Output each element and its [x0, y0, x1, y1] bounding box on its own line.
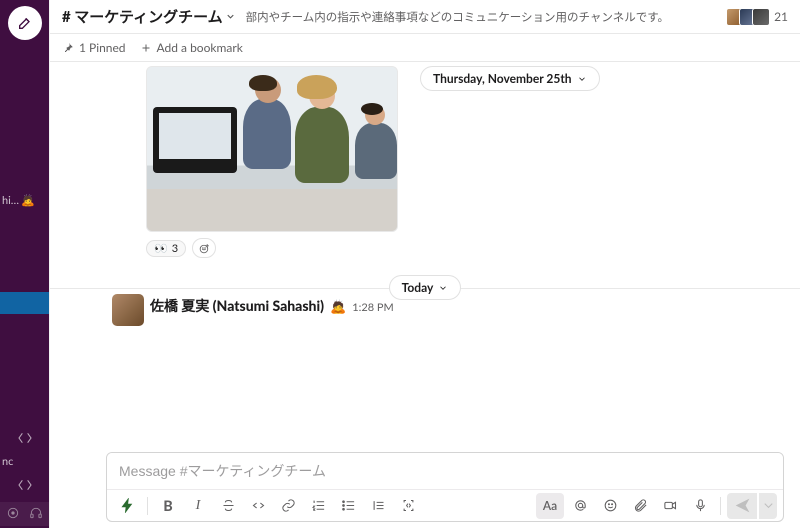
member-avatars	[726, 8, 770, 26]
date-label: Today	[402, 280, 434, 295]
link-button[interactable]	[274, 493, 302, 519]
rail-nc-label[interactable]: nc	[0, 455, 13, 468]
ordered-list-button[interactable]	[304, 493, 332, 519]
pinned-label: 1 Pinned	[79, 40, 126, 55]
add-bookmark-label: Add a bookmark	[157, 40, 243, 55]
strike-button[interactable]	[214, 493, 242, 519]
member-count: 21	[774, 9, 788, 24]
add-reaction-button[interactable]	[192, 238, 216, 258]
avatar	[752, 8, 770, 26]
message-image[interactable]	[146, 66, 398, 232]
channel-members-button[interactable]: 21	[726, 8, 788, 26]
rail-headphones-icon[interactable]	[29, 506, 43, 523]
bold-button[interactable]: B	[154, 493, 182, 519]
pinned-button[interactable]: 1 Pinned	[62, 40, 126, 55]
composer: B I Aa	[106, 452, 784, 522]
shortcuts-button[interactable]	[113, 493, 141, 519]
mic-button[interactable]	[686, 493, 714, 519]
rail-arrows-icon-2[interactable]	[16, 476, 34, 494]
composer-area: B I Aa	[50, 452, 800, 528]
code-button[interactable]	[244, 493, 272, 519]
channel-name: マーケティングチーム	[74, 8, 222, 26]
author-status-emoji: 🙇	[330, 298, 346, 315]
format-toggle-button[interactable]: Aa	[536, 493, 564, 519]
channel-header: # マーケティングチーム 部内やチーム内の指示や連絡事項などのコミュニケーション…	[50, 0, 800, 34]
rail-channel-emoji: 🙇	[21, 194, 35, 207]
chevron-down-icon	[225, 9, 236, 25]
reaction-count: 3	[172, 242, 178, 255]
compose-button[interactable]	[8, 6, 42, 40]
composer-toolbar: B I Aa	[107, 489, 783, 521]
reaction-emoji: 👀	[154, 242, 168, 255]
channel-subheader: 1 Pinned Add a bookmark	[50, 34, 800, 62]
workspace-rail: hi… 🙇 nc	[0, 0, 49, 528]
codeblock-button[interactable]	[394, 493, 422, 519]
reactions-bar: 👀 3	[146, 238, 784, 258]
blockquote-button[interactable]	[364, 493, 392, 519]
emoji-button[interactable]	[596, 493, 624, 519]
channel-topic[interactable]: 部内やチーム内の指示や連絡事項などのコミュニケーション用のチャンネルです。	[246, 9, 669, 25]
bullet-list-button[interactable]	[334, 493, 362, 519]
date-label: Thursday, November 25th	[433, 71, 572, 86]
date-pill-thursday[interactable]: Thursday, November 25th	[420, 66, 600, 91]
send-menu-button[interactable]	[759, 493, 777, 519]
italic-button[interactable]: I	[184, 493, 212, 519]
rail-arrows-icon[interactable]	[16, 429, 34, 447]
message-list[interactable]: Thursday, November 25th 👀 3	[50, 62, 800, 452]
message-time[interactable]: 1:28 PM	[352, 301, 394, 314]
video-button[interactable]	[656, 493, 684, 519]
rail-channel-fragment: hi…	[2, 194, 19, 207]
message-image-block: Thursday, November 25th 👀 3	[50, 62, 800, 266]
toolbar-separator	[720, 497, 721, 515]
channel-name-button[interactable]: # マーケティングチーム	[62, 6, 236, 27]
attach-button[interactable]	[626, 493, 654, 519]
mention-button[interactable]	[566, 493, 594, 519]
message-item: 佐橋 夏実 (Natsumi Sahashi) 🙇 1:28 PM	[50, 294, 800, 330]
message-input[interactable]	[107, 453, 783, 489]
channel-hash: #	[62, 8, 74, 26]
toolbar-separator	[147, 497, 148, 515]
rail-selected-indicator	[0, 292, 49, 314]
avatar[interactable]	[112, 294, 144, 326]
add-bookmark-button[interactable]: Add a bookmark	[140, 40, 243, 55]
message-author[interactable]: 佐橋 夏実 (Natsumi Sahashi)	[150, 296, 324, 316]
reaction-eyes[interactable]: 👀 3	[146, 240, 186, 257]
send-button[interactable]	[727, 493, 757, 519]
rail-status-icon[interactable]	[6, 506, 20, 523]
rail-channel-peek[interactable]: hi… 🙇	[0, 186, 49, 214]
main-column: # マーケティングチーム 部内やチーム内の指示や連絡事項などのコミュニケーション…	[49, 0, 800, 528]
